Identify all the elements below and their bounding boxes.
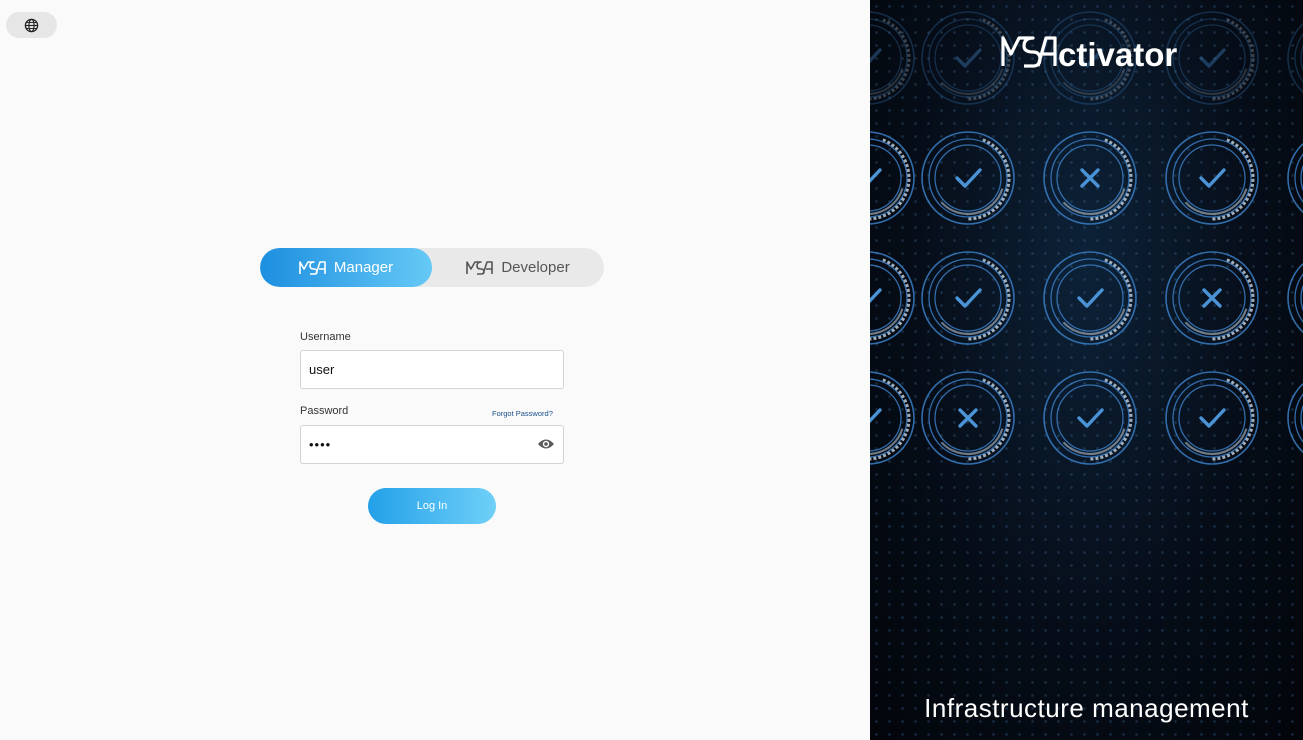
tab-developer-label: Developer	[501, 259, 570, 276]
status-ring	[1043, 371, 1137, 465]
check-icon	[870, 48, 882, 64]
check-icon	[1077, 408, 1104, 428]
msa-logo-icon	[299, 260, 326, 275]
status-ring	[1287, 382, 1303, 454]
tagline: Infrastructure management	[924, 693, 1249, 723]
status-ring	[870, 371, 915, 465]
check-icon	[870, 408, 882, 424]
role-switcher: Manager Developer	[260, 248, 604, 287]
password-label: Password	[300, 405, 349, 417]
status-ring	[870, 251, 915, 345]
msa-logo-icon	[466, 260, 494, 275]
check-icon	[955, 288, 982, 308]
language-button[interactable]	[6, 12, 57, 38]
status-ring	[1165, 371, 1259, 465]
check-icon	[1199, 48, 1226, 68]
cross-icon	[1202, 288, 1222, 308]
status-ring	[1287, 22, 1303, 94]
username-input[interactable]: user	[300, 350, 564, 389]
status-ring	[1287, 142, 1303, 214]
cross-icon	[1080, 168, 1100, 188]
status-ring	[1043, 251, 1137, 345]
login-panel: Manager Developer Username user Password…	[0, 0, 870, 740]
status-ring	[921, 131, 1015, 225]
check-icon	[1199, 168, 1226, 188]
tab-manager-label: Manager	[333, 259, 394, 276]
globe-icon	[24, 18, 39, 32]
password-input[interactable]: ••••	[300, 425, 564, 464]
eye-icon[interactable]	[537, 437, 555, 451]
status-ring	[1287, 262, 1303, 334]
username-label: Username	[300, 331, 351, 343]
check-icon	[870, 288, 882, 304]
login-button[interactable]: Log In	[368, 488, 496, 524]
check-icon	[870, 168, 882, 184]
tab-manager[interactable]: Manager	[260, 248, 432, 287]
status-ring	[870, 131, 915, 225]
check-icon	[955, 168, 982, 188]
status-ring-grid	[870, 11, 1303, 465]
status-ring	[921, 251, 1015, 345]
check-icon	[1199, 408, 1226, 428]
check-icon	[1077, 288, 1104, 308]
cross-icon	[958, 408, 978, 428]
status-ring	[1165, 131, 1259, 225]
status-ring	[870, 11, 915, 105]
forgot-password-link[interactable]: Forgot Password?	[492, 409, 553, 418]
brand-panel	[870, 0, 1303, 740]
check-icon	[955, 48, 982, 68]
logo-text: ctivator	[1058, 36, 1177, 70]
msactivator-logo: ctivator	[1001, 36, 1177, 70]
status-ring	[1043, 131, 1137, 225]
status-ring	[921, 371, 1015, 465]
tab-developer[interactable]: Developer	[432, 248, 604, 287]
status-ring	[1165, 251, 1259, 345]
